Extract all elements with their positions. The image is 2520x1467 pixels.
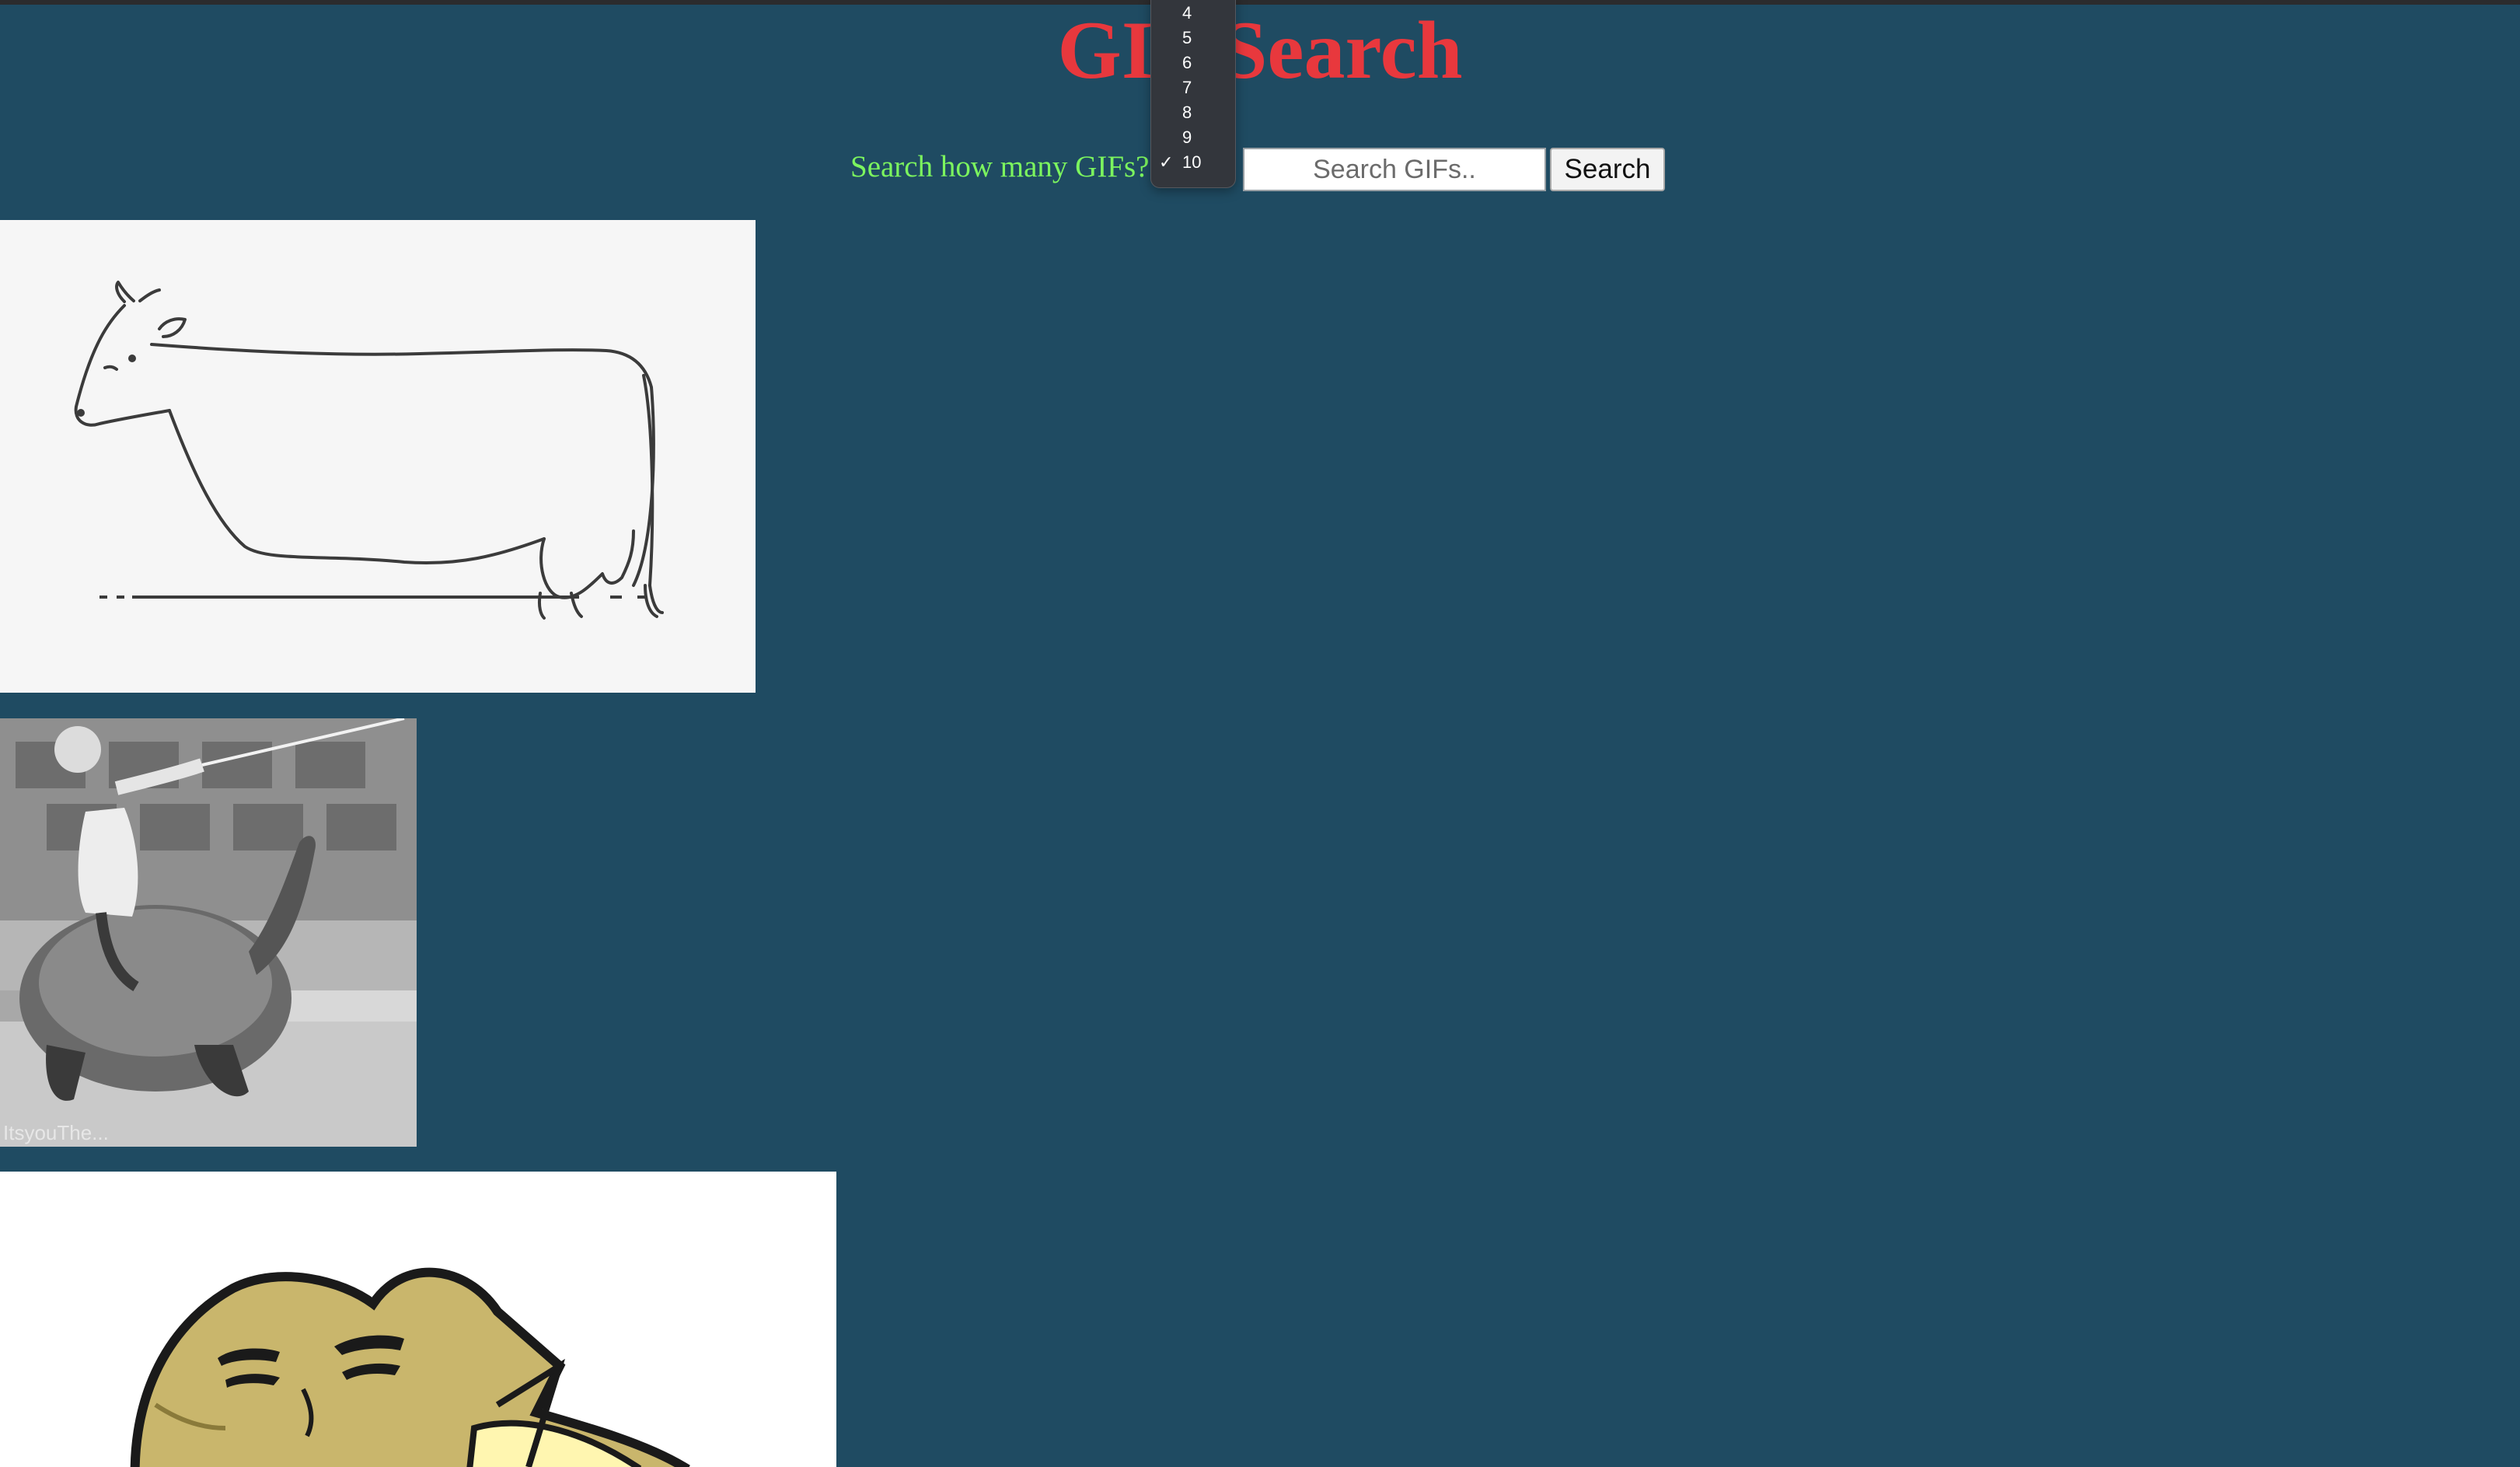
cow-drawing (74, 281, 664, 620)
dropdown-option-8[interactable]: 8 (1151, 100, 1235, 125)
search-button[interactable]: Search (1550, 148, 1665, 191)
gif-count-label: Search how many GIFs? (850, 150, 1150, 183)
dropdown-option-7[interactable]: 7 (1151, 75, 1235, 100)
gif-image-cow[interactable] (0, 220, 756, 693)
tortoise-photo (0, 718, 417, 1147)
gif-count-dropdown[interactable]: 4 5 6 7 8 9 ✓ 10 (1150, 0, 1236, 188)
gif-watermark: ItsyouThe... (3, 1121, 109, 1144)
cartoon-drawing (130, 1267, 690, 1467)
dropdown-option-6[interactable]: 6 (1151, 51, 1235, 75)
dropdown-option-5[interactable]: 5 (1151, 26, 1235, 51)
gif-image-cartoon[interactable] (0, 1172, 836, 1467)
checkmark-icon: ✓ (1159, 152, 1174, 172)
search-input[interactable] (1243, 148, 1546, 191)
dropdown-option-9[interactable]: 9 (1151, 125, 1235, 150)
dropdown-option-4[interactable]: 4 (1151, 1, 1235, 26)
page-title: GIF Search (1057, 5, 1463, 96)
dropdown-option-10[interactable]: ✓ 10 (1151, 150, 1235, 175)
gif-image-tortoise[interactable]: ItsyouThe... (0, 718, 417, 1147)
